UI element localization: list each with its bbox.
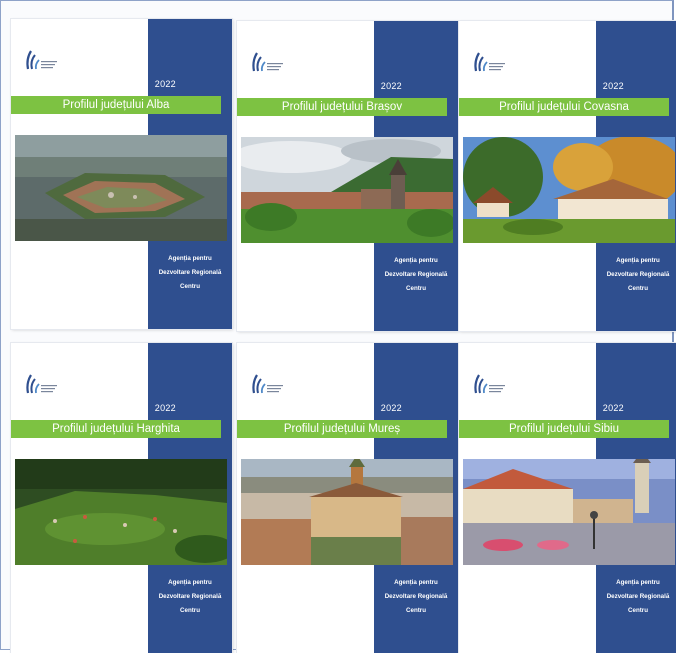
agency-line: Dezvoltare Regională [384,271,448,278]
agency-line: Agenția pentru [616,257,660,264]
cover-agency: Agenția pentru Dezvoltare Regională Cent… [596,576,676,618]
cover-photo-covasna [463,137,675,243]
cover-covasna[interactable]: 2022 Profilul județului Covasna Agenția … [459,21,676,331]
agency-line: Agenția pentru [168,255,212,262]
agency-line: Centru [628,607,648,614]
cover-year: 2022 [154,79,176,89]
cover-title: Profilul județului Sibiu [459,420,669,438]
agency-line: Dezvoltare Regională [384,593,448,600]
agency-line: Centru [406,285,426,292]
cover-title: Profilul județului Alba [11,96,221,114]
cover-title: Profilul județului Brașov [237,98,447,116]
document-grid: 2022 Profilul județului Alba Agenția pen… [0,0,676,653]
cover-photo-sibiu [463,459,675,565]
cover-agency: Agenția pentru Dezvoltare Regională Cent… [148,576,232,618]
agency-line: Agenția pentru [616,579,660,586]
adr-centru-logo-icon [26,374,57,394]
agency-line: Centru [180,607,200,614]
agency-line: Dezvoltare Regională [158,269,222,276]
cover-photo-brasov [241,137,453,243]
cover-agency: Agenția pentru Dezvoltare Regională Cent… [596,254,676,296]
cover-photo-mures [241,459,453,565]
agency-line: Dezvoltare Regională [606,271,670,278]
agency-line: Centru [628,285,648,292]
adr-centru-logo-icon [26,50,57,70]
cover-photo-harghita [15,459,227,565]
cover-title: Profilul județului Harghita [11,420,221,438]
adr-centru-logo-icon [252,52,283,72]
agency-line: Centru [406,607,426,614]
adr-centru-logo-icon [474,52,505,72]
cover-year: 2022 [154,403,176,413]
cover-harghita[interactable]: 2022 Profilul județului Harghita Agenția… [11,343,232,653]
agency-line: Agenția pentru [394,257,438,264]
cover-year: 2022 [602,403,624,413]
cover-year: 2022 [380,403,402,413]
cover-agency: Agenția pentru Dezvoltare Regională Cent… [148,252,232,294]
agency-line: Dezvoltare Regională [606,593,670,600]
adr-centru-logo-icon [252,374,283,394]
agency-line: Dezvoltare Regională [158,593,222,600]
cover-title: Profilul județului Mureș [237,420,447,438]
cover-year: 2022 [602,81,624,91]
cover-photo-alba [15,135,227,241]
agency-line: Centru [180,283,200,290]
agency-line: Agenția pentru [168,579,212,586]
cover-agency: Agenția pentru Dezvoltare Regională Cent… [374,576,458,618]
cover-title: Profilul județului Covasna [459,98,669,116]
agency-line: Agenția pentru [394,579,438,586]
cover-alba[interactable]: 2022 Profilul județului Alba Agenția pen… [11,19,232,329]
cover-sibiu[interactable]: 2022 Profilul județului Sibiu Agenția pe… [459,343,676,653]
adr-centru-logo-icon [474,374,505,394]
cover-mures[interactable]: 2022 Profilul județului Mureș Agenția pe… [237,343,458,653]
cover-agency: Agenția pentru Dezvoltare Regională Cent… [374,254,458,296]
cover-year: 2022 [380,81,402,91]
cover-brasov[interactable]: 2022 Profilul județului Brașov Agenția p… [237,21,458,331]
